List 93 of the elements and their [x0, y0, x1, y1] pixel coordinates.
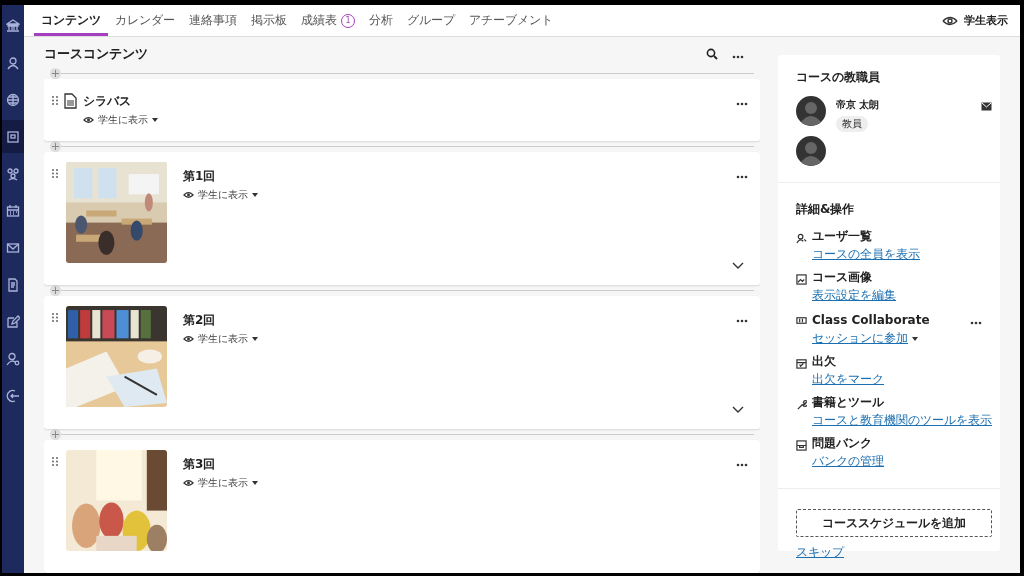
tab-label: 成績表: [301, 12, 337, 29]
visibility-label: 学生に表示: [198, 476, 248, 490]
tab[interactable]: アチーブメント: [462, 5, 560, 36]
skip-link[interactable]: スキップ: [796, 544, 844, 561]
image-icon: [796, 274, 807, 285]
add-schedule-button[interactable]: コーススケジュールを追加: [796, 509, 992, 537]
visibility-menu[interactable]: 学生に表示: [183, 188, 258, 202]
tab[interactable]: 成績表 1: [294, 5, 362, 36]
tab[interactable]: カレンダー: [108, 5, 182, 36]
chevron-icon[interactable]: [732, 406, 744, 413]
video-icon: [796, 315, 807, 326]
chevron-icon[interactable]: [732, 262, 744, 269]
edit-icon[interactable]: [6, 314, 20, 329]
detail-link[interactable]: コースの全員を表示: [812, 247, 920, 262]
detail-label: コース画像: [812, 269, 872, 286]
visibility-label: 学生に表示: [198, 332, 248, 346]
tab-label: 連絡事項: [189, 12, 237, 29]
user-settings-icon[interactable]: [6, 351, 20, 366]
detail-link[interactable]: バンクの管理: [812, 454, 884, 469]
content-title[interactable]: 第2回: [183, 306, 730, 329]
group-icon[interactable]: [6, 166, 20, 181]
drag-handle-icon[interactable]: [52, 96, 58, 105]
section-title: 詳細&操作: [796, 201, 856, 218]
more-icon[interactable]: [736, 463, 748, 467]
tab[interactable]: グループ: [400, 5, 462, 36]
calendar-icon: [796, 358, 807, 369]
add-icon[interactable]: [50, 429, 61, 440]
visibility-label: 学生に表示: [198, 188, 248, 202]
tab-label: 分析: [369, 12, 393, 29]
add-icon[interactable]: [50, 141, 61, 152]
document-icon: [64, 93, 77, 109]
drag-handle-icon[interactable]: [52, 169, 58, 178]
more-icon[interactable]: [970, 321, 982, 325]
mail-icon[interactable]: [6, 240, 20, 255]
document-icon[interactable]: [6, 277, 20, 292]
globe-icon[interactable]: [6, 92, 20, 107]
avatar-icon: [796, 96, 826, 126]
tab[interactable]: 連絡事項: [182, 5, 244, 36]
detail-link[interactable]: 出欠をマーク: [812, 372, 884, 387]
caret-icon: [252, 193, 258, 197]
detail-label: Class Collaborate: [812, 312, 930, 327]
tab-label: 掲示板: [251, 12, 287, 29]
caret-icon: [252, 481, 258, 485]
more-icon[interactable]: [736, 102, 748, 106]
content-title[interactable]: 第1回: [183, 162, 730, 185]
avatar-icon: [796, 136, 826, 166]
detail-link[interactable]: セッションに参加: [812, 331, 908, 346]
tab-label: グループ: [407, 12, 455, 29]
tab[interactable]: コンテンツ: [34, 5, 108, 36]
caret-icon: [912, 336, 918, 341]
search-icon[interactable]: [706, 47, 718, 60]
tab-label: カレンダー: [115, 12, 175, 29]
visibility-label: 学生に表示: [98, 113, 148, 127]
calendar-icon[interactable]: [6, 203, 20, 218]
student-view-button[interactable]: 学生表示: [941, 5, 1008, 36]
people-icon: [796, 233, 807, 244]
detail-label: 出欠: [812, 353, 836, 370]
tab-label: アチーブメント: [469, 12, 553, 29]
sign-out-icon[interactable]: [6, 388, 20, 403]
add-icon[interactable]: [50, 285, 61, 296]
more-icon[interactable]: [732, 55, 744, 59]
detail-label: ユーザ一覧: [812, 228, 872, 245]
role-tag: 教員: [836, 116, 868, 132]
more-icon[interactable]: [736, 175, 748, 179]
drag-handle-icon[interactable]: [52, 457, 58, 466]
detail-link[interactable]: コースと教育機関のツールを表示: [812, 413, 992, 428]
section-title: コースの教職員: [796, 69, 881, 86]
caret-icon: [252, 337, 258, 341]
visibility-menu[interactable]: 学生に表示: [83, 113, 158, 127]
page-title: コースコンテンツ: [44, 44, 149, 63]
add-icon[interactable]: [50, 68, 61, 79]
eye-icon: [941, 14, 959, 27]
eye-icon: [183, 191, 194, 199]
visibility-menu[interactable]: 学生に表示: [183, 332, 258, 346]
content-title[interactable]: 第3回: [183, 450, 730, 473]
tab[interactable]: 分析: [362, 5, 400, 36]
visibility-menu[interactable]: 学生に表示: [183, 476, 258, 490]
tab[interactable]: 掲示板: [244, 5, 294, 36]
eye-icon: [183, 335, 194, 343]
drag-handle-icon[interactable]: [52, 313, 58, 322]
mail-icon[interactable]: [981, 102, 992, 111]
eye-icon: [183, 479, 194, 487]
member-name[interactable]: 帝京 太朗: [836, 98, 971, 112]
content-title[interactable]: シラバス: [83, 89, 730, 110]
person-icon[interactable]: [6, 55, 20, 70]
detail-link[interactable]: 表示設定を編集: [812, 288, 896, 303]
more-icon[interactable]: [736, 319, 748, 323]
detail-label: 問題バンク: [812, 435, 872, 452]
course-icon[interactable]: [6, 129, 20, 144]
eye-icon: [83, 116, 94, 124]
caret-icon: [152, 118, 158, 122]
detail-label: 書籍とツール: [812, 394, 884, 411]
tab-label: コンテンツ: [41, 12, 101, 29]
